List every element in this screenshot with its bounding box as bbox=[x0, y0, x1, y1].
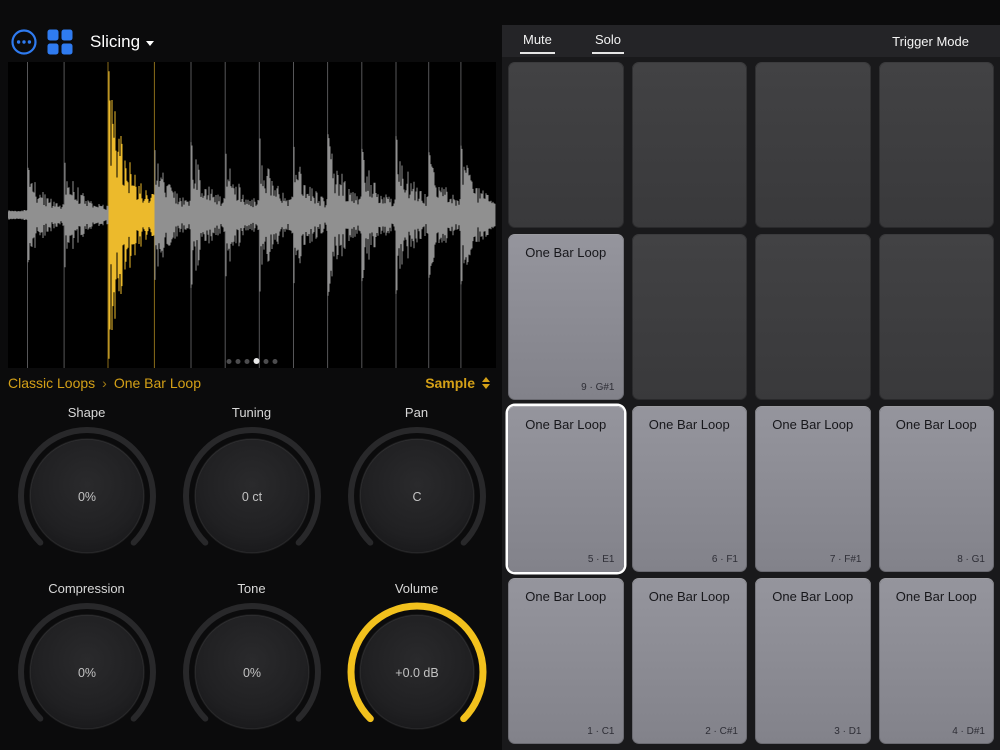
pad-2-cs1[interactable]: One Bar Loop 2 · C#1 bbox=[632, 578, 748, 744]
pad-label: One Bar Loop bbox=[755, 417, 871, 432]
page-dot[interactable] bbox=[245, 359, 250, 364]
page-dots[interactable] bbox=[227, 358, 278, 364]
pad-8-g1[interactable]: One Bar Loop 8 · G1 bbox=[879, 406, 995, 572]
knob-dial: 0% bbox=[177, 597, 327, 747]
mode-label: Slicing bbox=[90, 32, 140, 52]
knob-label: Tone bbox=[237, 581, 265, 597]
knob-tuning[interactable]: Tuning 0 ct bbox=[169, 396, 334, 572]
pad-label: One Bar Loop bbox=[755, 589, 871, 604]
sample-info-bar: Classic Loops › One Bar Loop Sample bbox=[8, 371, 496, 395]
pad-label: One Bar Loop bbox=[632, 417, 748, 432]
pads-panel: Mute Solo Trigger Mode One Bar Loop 9 · G… bbox=[502, 0, 1000, 750]
knob-pan[interactable]: Pan C bbox=[334, 396, 499, 572]
pad-note: 5 · E1 bbox=[588, 554, 615, 565]
page-dot-active[interactable] bbox=[254, 358, 260, 364]
knob-label: Compression bbox=[48, 581, 125, 597]
top-toolbar: Slicing bbox=[0, 0, 502, 58]
knob-value: C bbox=[412, 490, 421, 504]
pad-3-d1[interactable]: One Bar Loop 3 · D1 bbox=[755, 578, 871, 744]
breadcrumb-library[interactable]: Classic Loops bbox=[8, 375, 95, 391]
pad-note: 9 · G#1 bbox=[581, 382, 614, 393]
sample-selector-label: Sample bbox=[425, 375, 475, 391]
grid-icon bbox=[46, 28, 74, 56]
knob-value: 0 ct bbox=[241, 490, 262, 504]
pad-1-c1[interactable]: One Bar Loop 1 · C1 bbox=[508, 578, 624, 744]
page-dot[interactable] bbox=[236, 359, 241, 364]
pad-label: One Bar Loop bbox=[508, 589, 624, 604]
pad-label: One Bar Loop bbox=[508, 417, 624, 432]
page-dot[interactable] bbox=[273, 359, 278, 364]
pad-note: 1 · C1 bbox=[587, 726, 614, 737]
pad-empty[interactable] bbox=[755, 234, 871, 400]
trigger-mode-button[interactable]: Trigger Mode bbox=[886, 25, 975, 57]
breadcrumb-separator: › bbox=[102, 375, 107, 391]
knob-label: Shape bbox=[68, 405, 106, 421]
knob-label: Volume bbox=[395, 581, 438, 597]
knob-value: 0% bbox=[77, 490, 95, 504]
knob-label: Tuning bbox=[232, 405, 271, 421]
solo-label: Solo bbox=[595, 32, 621, 47]
knob-shape[interactable]: Shape 0% bbox=[4, 396, 169, 572]
pad-empty[interactable] bbox=[632, 234, 748, 400]
mute-label: Mute bbox=[523, 32, 552, 47]
pad-empty[interactable] bbox=[879, 62, 995, 228]
pad-empty[interactable] bbox=[508, 62, 624, 228]
waveform-display[interactable] bbox=[8, 62, 496, 368]
more-options-icon[interactable] bbox=[10, 28, 38, 56]
solo-button[interactable]: Solo bbox=[592, 32, 624, 54]
pad-9-gs1[interactable]: One Bar Loop 9 · G#1 bbox=[508, 234, 624, 400]
knob-dial: C bbox=[342, 421, 492, 571]
pads-view-icon[interactable] bbox=[46, 28, 74, 56]
knob-dial: 0 ct bbox=[177, 421, 327, 571]
chevron-down-icon bbox=[146, 41, 154, 46]
page-dot[interactable] bbox=[264, 359, 269, 364]
breadcrumb[interactable]: Classic Loops › One Bar Loop bbox=[8, 375, 201, 391]
mode-selector[interactable]: Slicing bbox=[90, 32, 154, 52]
knob-dial: +0.0 dB bbox=[342, 597, 492, 747]
knob-dial: 0% bbox=[12, 421, 162, 571]
pad-label: One Bar Loop bbox=[632, 589, 748, 604]
knob-value: 0% bbox=[242, 666, 260, 680]
pad-note: 2 · C#1 bbox=[705, 726, 738, 737]
mute-button[interactable]: Mute bbox=[520, 32, 555, 54]
knob-compression[interactable]: Compression 0% bbox=[4, 572, 169, 748]
sampler-app: Slicing Classic Loops › One Bar Loop Sam… bbox=[0, 0, 1000, 750]
up-down-arrows-icon bbox=[482, 377, 490, 390]
pad-note: 6 · F1 bbox=[712, 554, 738, 565]
knob-volume[interactable]: Volume +0.0 dB bbox=[334, 572, 499, 748]
pad-5-e1[interactable]: One Bar Loop 5 · E1 bbox=[508, 406, 624, 572]
pad-7-fs1[interactable]: One Bar Loop 7 · F#1 bbox=[755, 406, 871, 572]
pad-label: One Bar Loop bbox=[508, 245, 624, 260]
trigger-mode-label: Trigger Mode bbox=[892, 34, 969, 49]
breadcrumb-current: One Bar Loop bbox=[114, 375, 201, 391]
pad-note: 3 · D1 bbox=[834, 726, 861, 737]
knob-grid: Shape 0% Tuning 0 ct Pan C Compression 0% Tone 0%… bbox=[4, 396, 500, 750]
knob-value: +0.0 dB bbox=[395, 666, 438, 680]
pad-empty[interactable] bbox=[632, 62, 748, 228]
knob-value: 0% bbox=[77, 666, 95, 680]
knob-dial: 0% bbox=[12, 597, 162, 747]
pad-label: One Bar Loop bbox=[879, 417, 995, 432]
pad-empty[interactable] bbox=[755, 62, 871, 228]
pads-header: Mute Solo Trigger Mode bbox=[502, 25, 1000, 57]
page-dot[interactable] bbox=[227, 359, 232, 364]
pad-label: One Bar Loop bbox=[879, 589, 995, 604]
waveform-graphic bbox=[8, 62, 496, 368]
pad-grid: One Bar Loop9 · G#1One Bar Loop5 · E1One… bbox=[502, 57, 1000, 750]
ellipsis-circle-icon bbox=[10, 28, 38, 56]
sample-selector[interactable]: Sample bbox=[425, 375, 496, 391]
pad-4-ds1[interactable]: One Bar Loop 4 · D#1 bbox=[879, 578, 995, 744]
pad-note: 4 · D#1 bbox=[952, 726, 985, 737]
knob-label: Pan bbox=[405, 405, 428, 421]
pad-empty[interactable] bbox=[879, 234, 995, 400]
pad-6-f1[interactable]: One Bar Loop 6 · F1 bbox=[632, 406, 748, 572]
pad-note: 7 · F#1 bbox=[830, 554, 862, 565]
pad-note: 8 · G1 bbox=[957, 554, 985, 565]
knob-tone[interactable]: Tone 0% bbox=[169, 572, 334, 748]
